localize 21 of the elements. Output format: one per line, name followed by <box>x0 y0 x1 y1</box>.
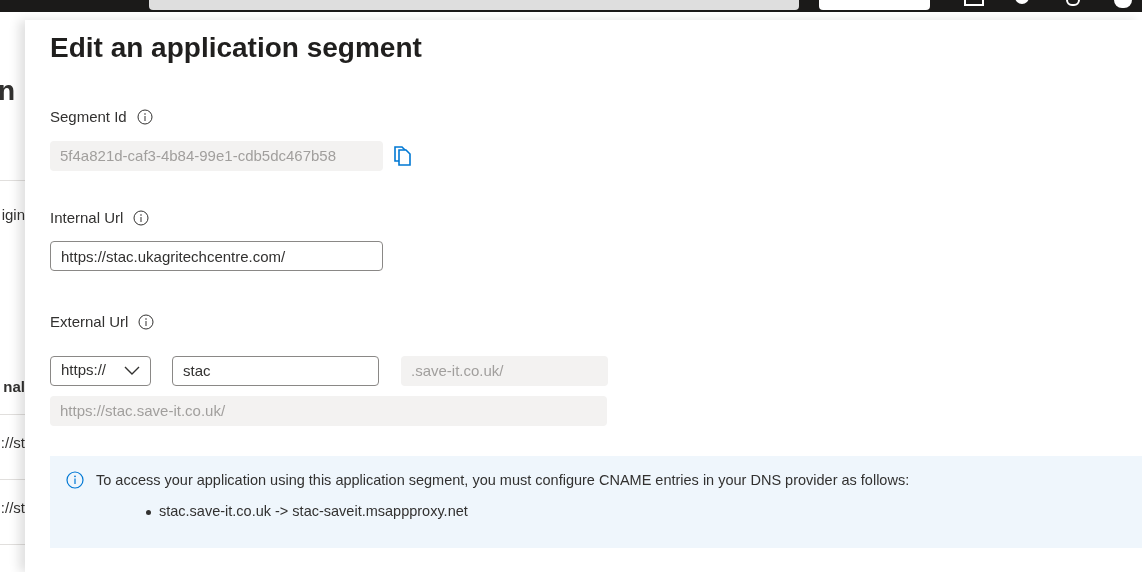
panel-title: Edit an application segment <box>50 31 423 65</box>
column-header: igin <box>1 205 25 225</box>
scheme-dropdown[interactable]: https:// <box>50 355 151 386</box>
chevron-down-icon <box>124 365 140 376</box>
bullet-icon <box>146 509 151 515</box>
column-header: nal <box>3 377 25 397</box>
copy-icon[interactable] <box>393 144 413 167</box>
subdomain-field[interactable]: stac <box>172 355 379 386</box>
info-icon <box>133 209 150 226</box>
field-label: External Url <box>50 312 129 332</box>
info-icon <box>66 470 84 489</box>
table-cell-text: ://st <box>0 498 25 518</box>
page-heading: n <box>0 74 16 108</box>
field-label: Internal Url <box>50 207 124 228</box>
info-icon <box>136 109 153 126</box>
cname-entry: stac.save-it.co.uk -> stac-saveit.msappproxy.net <box>159 502 468 522</box>
internal-url-field[interactable]: https://stac.ukagritechcentre.com/ <box>50 241 383 271</box>
field-label: Segment Id <box>50 107 127 127</box>
info-icon <box>138 314 155 331</box>
info-message: To access your application using this application segment, you must configure CNAME entries in your DNS provider as follows: <box>96 470 910 490</box>
table-cell-text: ://st <box>0 433 25 453</box>
